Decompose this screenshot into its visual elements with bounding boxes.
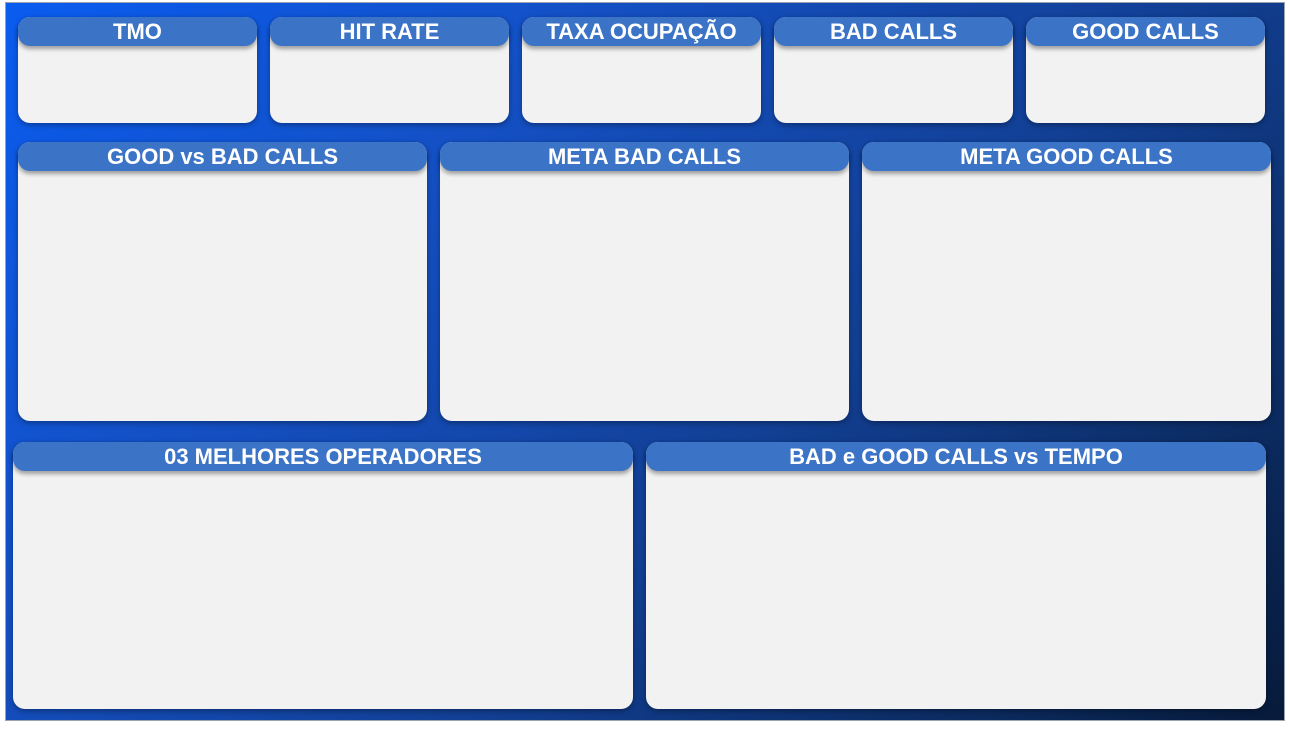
kpi-card-body xyxy=(270,46,509,123)
chart-card-title: META BAD CALLS xyxy=(440,142,849,171)
chart-card-calls-vs-tempo: BAD e GOOD CALLS vs TEMPO xyxy=(646,442,1266,709)
chart-card-title: BAD e GOOD CALLS vs TEMPO xyxy=(646,442,1266,471)
table-card-body xyxy=(13,471,633,709)
dashboard-canvas: TMO HIT RATE TAXA OCUPAÇÃO BAD CALLS GOO… xyxy=(5,2,1285,721)
kpi-card-body xyxy=(1026,46,1265,123)
chart-card-meta-bad-calls: META BAD CALLS xyxy=(440,142,849,421)
chart-card-meta-good-calls: META GOOD CALLS xyxy=(862,142,1271,421)
kpi-card-tmo: TMO xyxy=(18,17,257,123)
chart-card-body xyxy=(440,171,849,421)
table-card-title: 03 MELHORES OPERADORES xyxy=(13,442,633,471)
kpi-card-body xyxy=(522,46,761,123)
kpi-card-taxa-ocupacao: TAXA OCUPAÇÃO xyxy=(522,17,761,123)
kpi-card-bad-calls: BAD CALLS xyxy=(774,17,1013,123)
chart-card-body xyxy=(862,171,1271,421)
kpi-card-title: TMO xyxy=(18,17,257,46)
chart-card-title: GOOD vs BAD CALLS xyxy=(18,142,427,171)
kpi-card-title: TAXA OCUPAÇÃO xyxy=(522,17,761,46)
kpi-card-body xyxy=(774,46,1013,123)
kpi-card-title: BAD CALLS xyxy=(774,17,1013,46)
kpi-card-hit-rate: HIT RATE xyxy=(270,17,509,123)
kpi-card-body xyxy=(18,46,257,123)
chart-card-body xyxy=(646,471,1266,709)
table-card-melhores-operadores: 03 MELHORES OPERADORES xyxy=(13,442,633,709)
chart-card-body xyxy=(18,171,427,421)
kpi-card-title: GOOD CALLS xyxy=(1026,17,1265,46)
kpi-card-title: HIT RATE xyxy=(270,17,509,46)
chart-card-good-vs-bad-calls: GOOD vs BAD CALLS xyxy=(18,142,427,421)
kpi-card-good-calls: GOOD CALLS xyxy=(1026,17,1265,123)
chart-card-title: META GOOD CALLS xyxy=(862,142,1271,171)
